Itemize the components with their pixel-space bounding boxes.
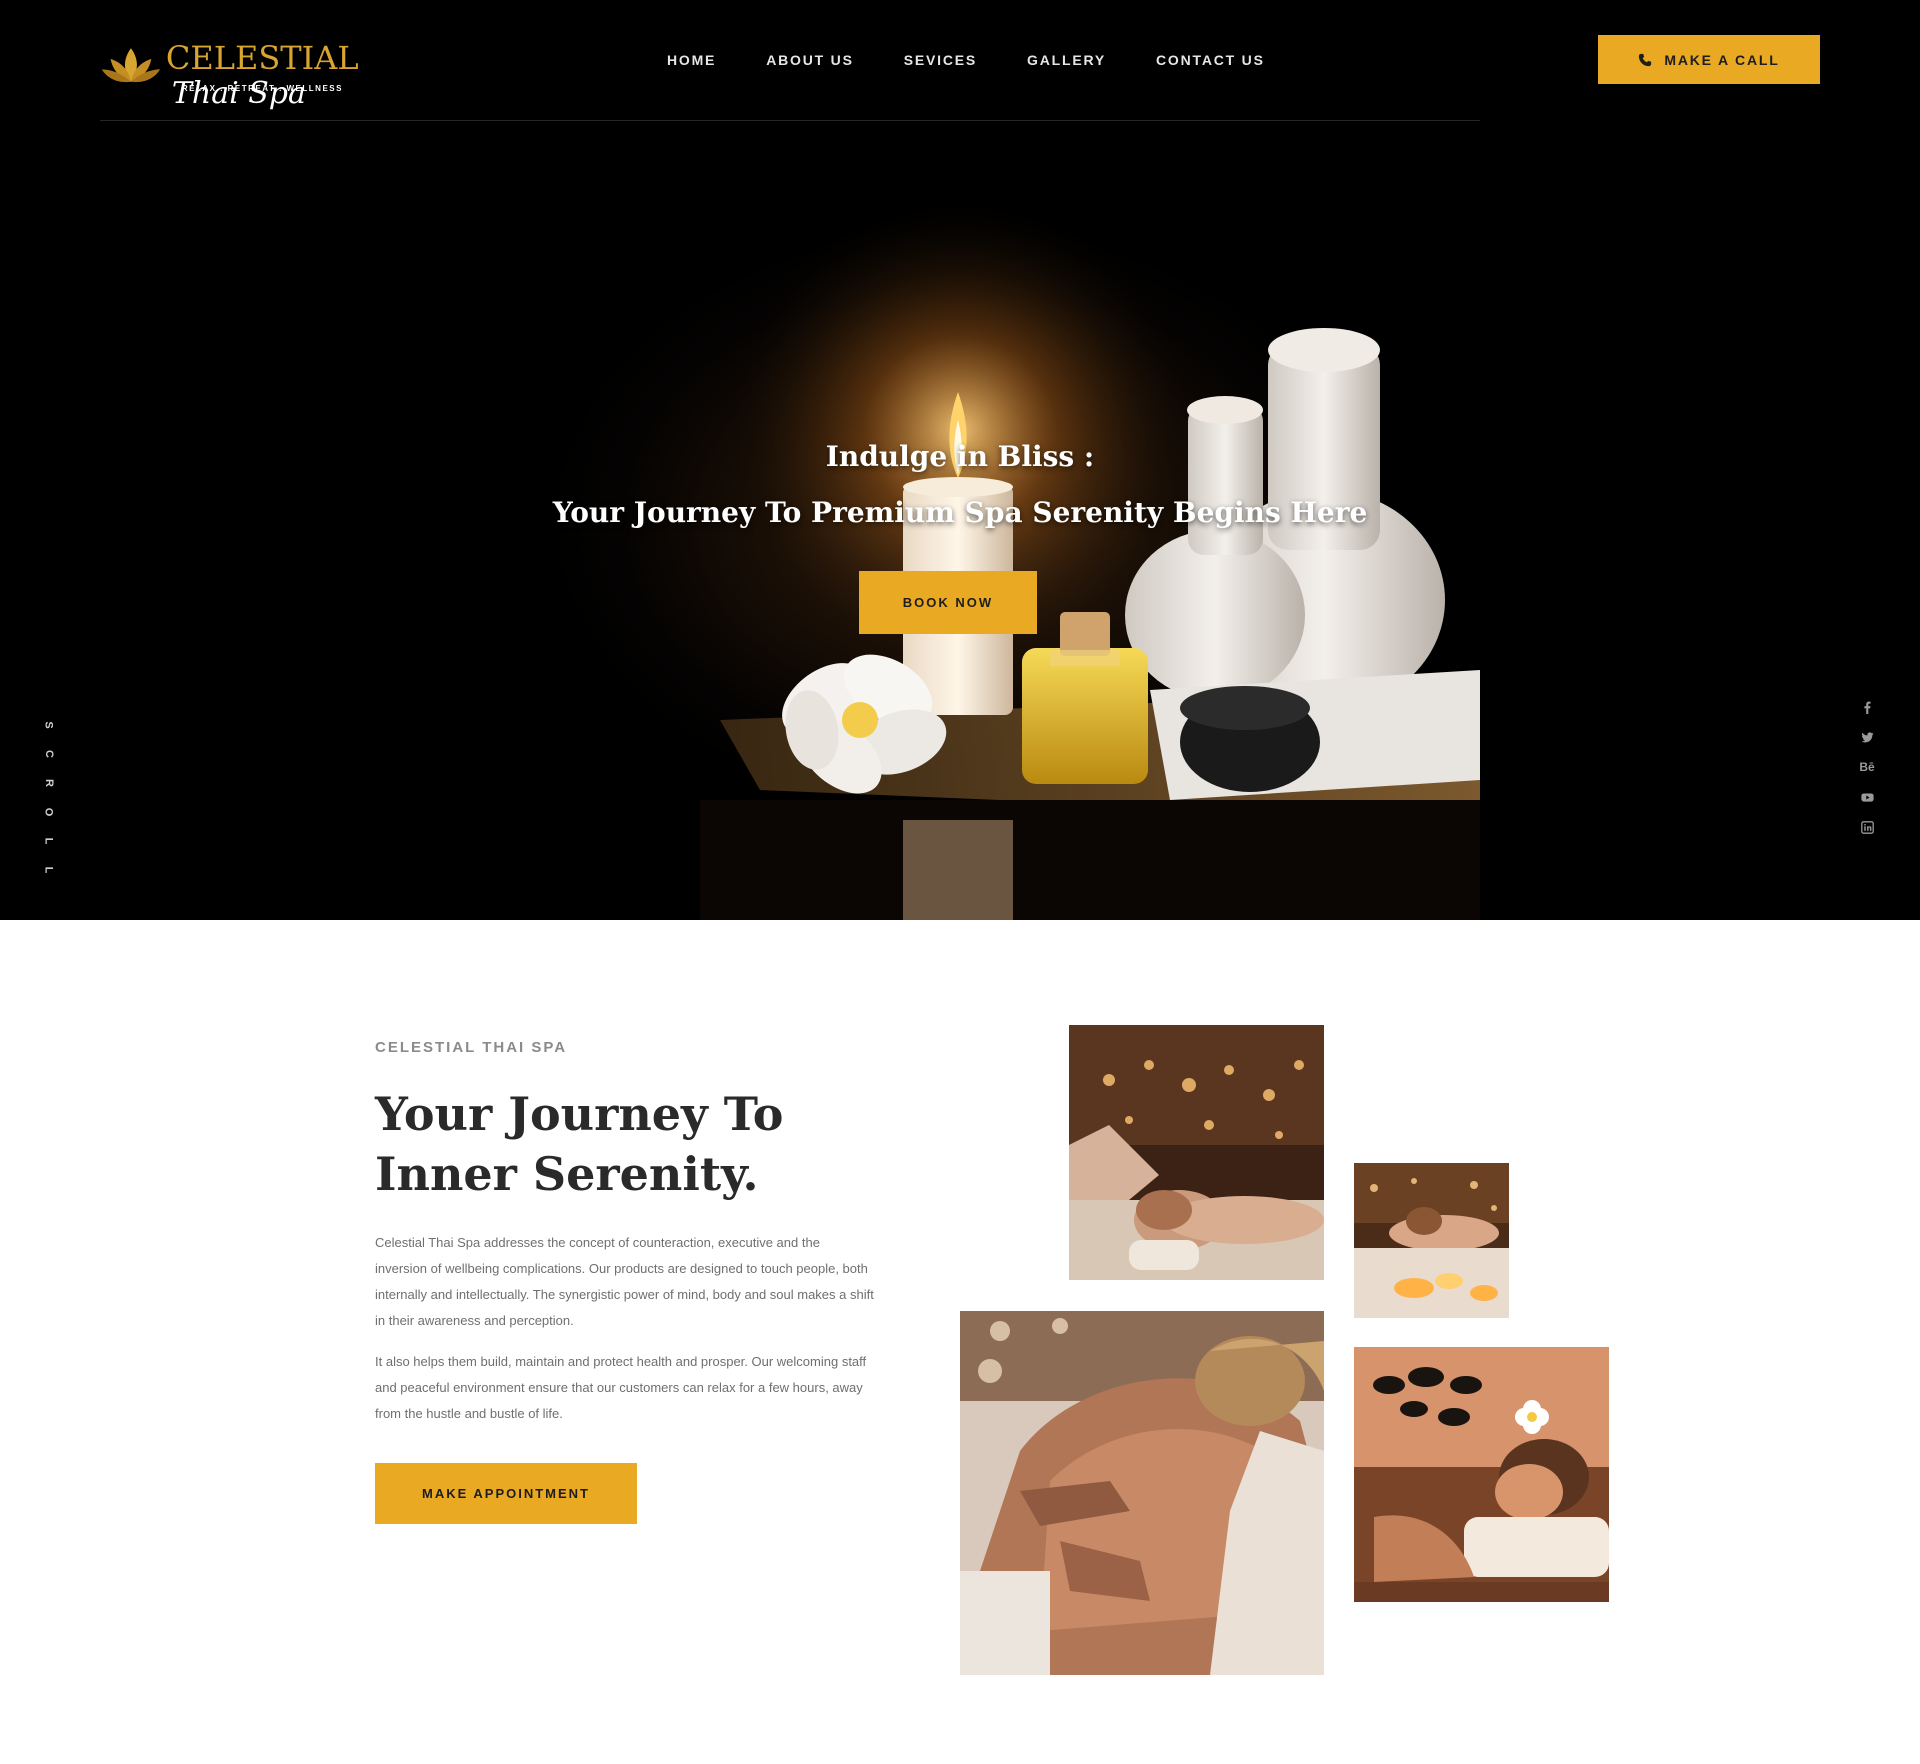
about-paragraph-2: It also helps them build, maintain and p… — [375, 1354, 867, 1421]
behance-icon[interactable]: Bē — [1859, 760, 1874, 774]
hero-title-line1: Indulge in Bliss : — [825, 440, 1095, 473]
twitter-icon[interactable] — [1860, 730, 1874, 744]
gallery-photo-candle-relax — [1354, 1163, 1509, 1318]
facebook-icon[interactable] — [1860, 700, 1874, 714]
scroll-letter: L — [42, 837, 55, 846]
about-paragraph-1: Celestial Thai Spa addresses the concept… — [375, 1235, 874, 1328]
scroll-letter: O — [42, 807, 55, 818]
hero-section: CELESTIALThai Spa RELAX . RETREAT . WELL… — [0, 0, 1920, 920]
nav-item-about-us[interactable]: ABOUT US — [766, 52, 854, 68]
scroll-letter: L — [42, 866, 55, 875]
scroll-letter: C — [42, 750, 55, 759]
brand-name: CELESTIAL — [165, 39, 359, 77]
social-links: Bē — [1858, 700, 1876, 834]
make-a-call-label: MAKE A CALL — [1664, 51, 1780, 68]
nav-item-services[interactable]: SEVICES — [904, 52, 977, 68]
brand-wordmark: CELESTIALThai Spa RELAX . RETREAT . WELL… — [166, 40, 460, 111]
brand-script: Thai Spa — [171, 76, 306, 111]
about-eyebrow: CELESTIAL THAI SPA — [375, 1039, 568, 1056]
gallery-photo-hot-stone — [1354, 1347, 1609, 1602]
gallery-photo-facial-massage — [1069, 1025, 1324, 1280]
linkedin-icon[interactable] — [1860, 820, 1874, 834]
make-a-call-button[interactable]: MAKE A CALL — [1598, 35, 1820, 84]
nav-item-home[interactable]: HOME — [667, 52, 716, 68]
youtube-icon[interactable] — [1860, 790, 1874, 804]
gallery-photo-back-massage — [960, 1311, 1324, 1675]
scroll-indicator[interactable]: S C R O L L — [40, 718, 55, 878]
book-now-button[interactable]: BOOK NOW — [859, 571, 1037, 634]
brand-logo[interactable]: CELESTIALThai Spa RELAX . RETREAT . WELL… — [100, 40, 460, 111]
main-nav: HOME ABOUT US SEVICES GALLERY CONTACT US — [667, 52, 1315, 68]
phone-icon — [1639, 53, 1652, 66]
nav-item-contact-us[interactable]: CONTACT US — [1156, 52, 1265, 68]
about-title: Your Journey To Inner Serenity. — [375, 1087, 784, 1201]
nav-item-gallery[interactable]: GALLERY — [1027, 52, 1106, 68]
scroll-letter: S — [42, 721, 55, 730]
lotus-icon — [101, 48, 161, 83]
scroll-letter: R — [42, 779, 55, 788]
brand-tagline: RELAX . RETREAT . WELLNESS — [181, 84, 343, 93]
hero-title-line2: Your Journey To Premium Spa Serenity Beg… — [552, 496, 1368, 529]
header-divider — [100, 120, 1480, 121]
make-appointment-button[interactable]: MAKE APPOINTMENT — [375, 1463, 637, 1524]
